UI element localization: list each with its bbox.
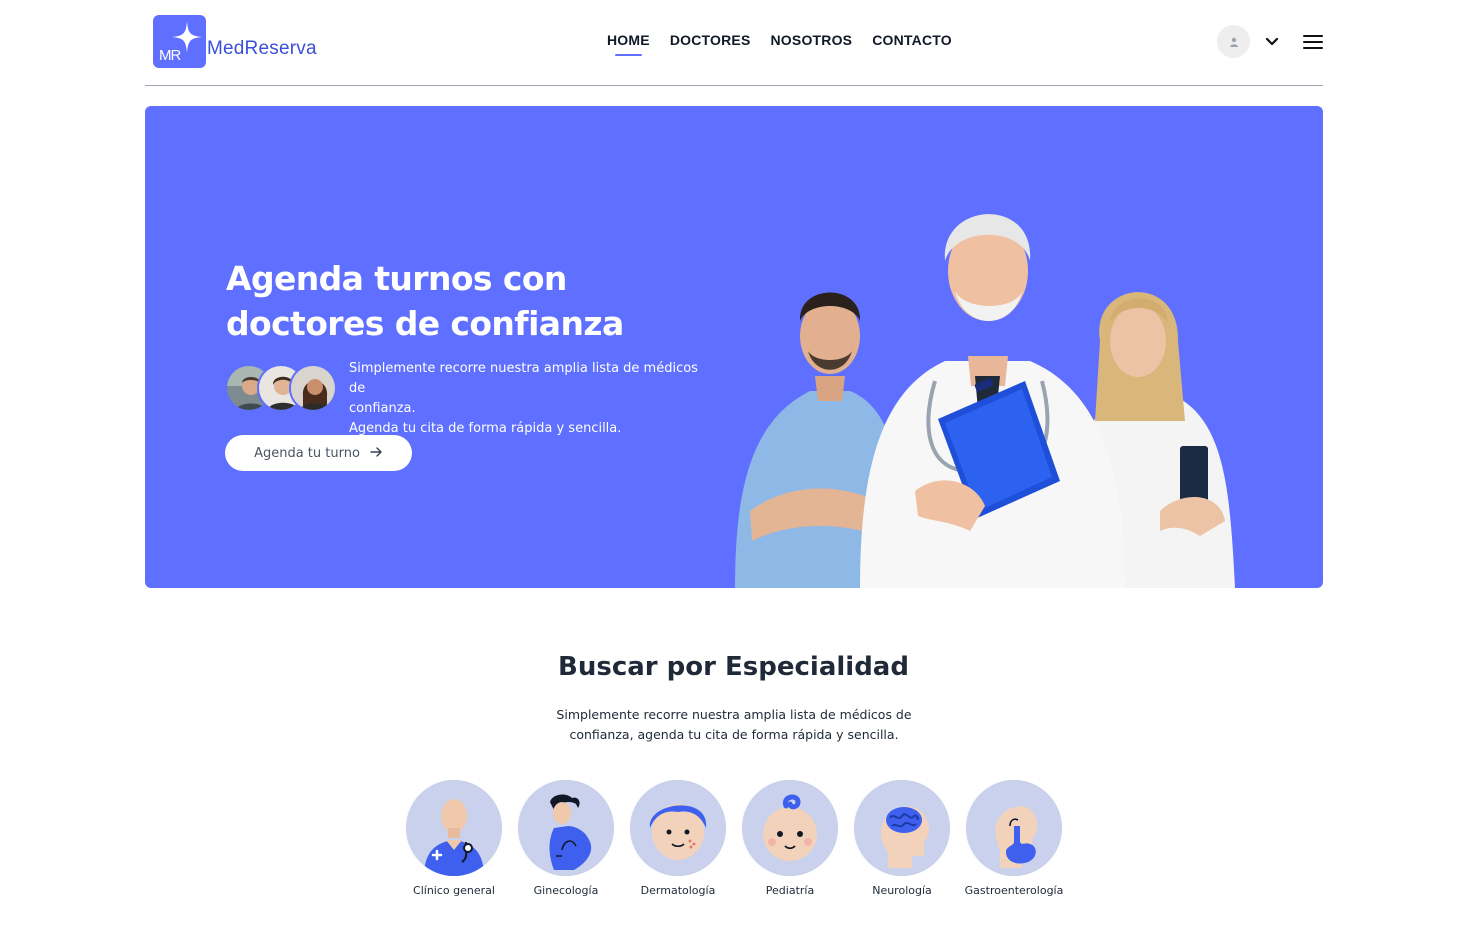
speciality-gastroenterology[interactable]: Gastroenterología [958,780,1070,897]
profile-avatar [289,364,337,412]
speciality-desc-line: confianza, agenda tu cita de forma rápid… [569,727,899,742]
nav-home[interactable]: HOME [607,32,650,56]
brand-name: MedReserva [207,38,317,59]
hero-title: Agenda turnos con doctores de confianza [226,256,746,346]
nav-doctores[interactable]: DOCTORES [670,32,751,48]
brand-logo[interactable]: MR MedReserva [153,15,317,68]
hero-text-line: confianza. [349,401,416,416]
speciality-label: Ginecología [533,884,599,897]
hamburger-menu-icon[interactable] [1303,34,1323,49]
doctors-group-image [735,214,1235,588]
speciality-desc-line: Simplemente recorre nuestra amplia lista… [556,707,912,722]
hero-text-line: Simplemente recorre nuestra amplia lista… [349,361,698,396]
logo-initials: MR [159,47,181,64]
speciality-label: Neurología [872,884,932,897]
logo-mark-icon: MR [153,15,206,68]
hero-description: Simplemente recorre nuestra amplia lista… [349,359,709,439]
pediatrics-icon [742,780,838,876]
hero-text-line: Agenda tu cita de forma rápida y sencill… [349,421,622,436]
speciality-list: Clínico general Ginecología Dermatología… [398,780,1070,897]
main-nav: HOME DOCTORES NOSOTROS CONTACTO [607,32,972,56]
chevron-down-icon[interactable] [1264,34,1280,50]
speciality-label: Dermatología [640,884,716,897]
gynecology-icon [518,780,614,876]
speciality-label: Clínico general [413,884,495,897]
speciality-gynecology[interactable]: Ginecología [510,780,622,897]
nav-nosotros[interactable]: NOSOTROS [771,32,853,48]
speciality-general-physician[interactable]: Clínico general [398,780,510,897]
hero-title-line: doctores de confianza [226,304,624,343]
book-appointment-label: Agenda tu turno [254,445,360,461]
arrow-right-icon [370,445,383,461]
dermatology-icon [630,780,726,876]
speciality-label: Pediatría [765,884,815,897]
general-physician-icon [406,780,502,876]
group-profiles-image [225,364,337,414]
user-icon[interactable] [1217,25,1250,58]
neurology-icon [854,780,950,876]
speciality-label: Gastroenterología [964,884,1064,897]
speciality-dermatology[interactable]: Dermatología [622,780,734,897]
hero-title-line: Agenda turnos con [226,259,567,298]
speciality-section-title: Buscar por Especialidad [558,652,909,682]
gastroenterology-icon [966,780,1062,876]
nav-contacto[interactable]: CONTACTO [872,32,952,48]
book-appointment-button[interactable]: Agenda tu turno [225,435,412,471]
hero-banner: Agenda turnos con doctores de confianza [145,106,1323,588]
user-menu [1217,25,1323,58]
speciality-section-description: Simplemente recorre nuestra amplia lista… [533,705,935,745]
speciality-neurology[interactable]: Neurología [846,780,958,897]
top-navbar: MR MedReserva HOME DOCTORES NOSOTROS CON… [145,0,1323,86]
speciality-pediatrics[interactable]: Pediatría [734,780,846,897]
